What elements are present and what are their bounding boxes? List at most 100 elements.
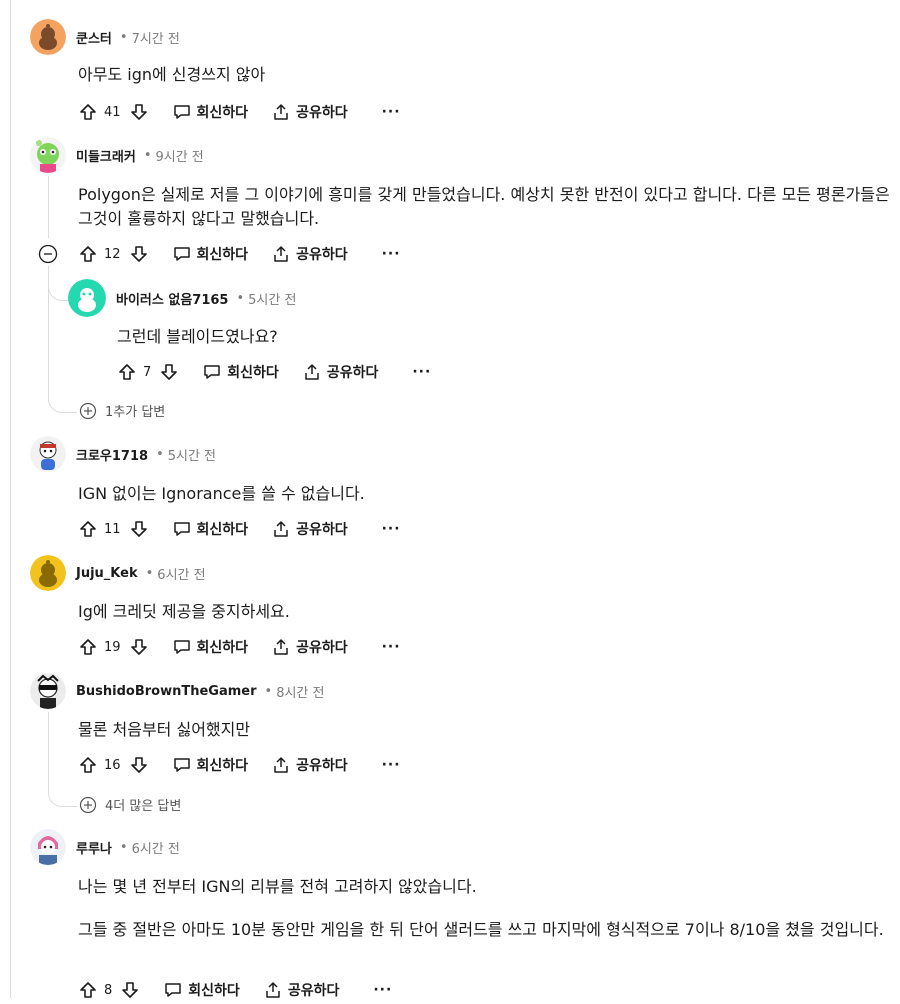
collapse-icon[interactable] — [38, 244, 58, 264]
more-replies-link[interactable]: 1추가 답변 — [79, 401, 165, 420]
username[interactable]: Juju_Kek — [76, 566, 138, 581]
more-options-button[interactable]: ··· — [382, 521, 401, 537]
downvote-icon[interactable] — [129, 519, 149, 539]
snoo-yellow-icon[interactable] — [30, 555, 66, 591]
comment-icon — [173, 105, 190, 119]
username[interactable]: 쿤스터 — [76, 28, 112, 47]
timestamp[interactable]: 9시간 전 — [155, 146, 203, 165]
reply-button[interactable]: 회신하다 — [173, 244, 248, 264]
share-button[interactable]: 공유하다 — [264, 980, 339, 1000]
vote-count: 12 — [104, 246, 121, 262]
thread-line — [10, 0, 11, 998]
reply-button[interactable]: 회신하다 — [173, 102, 248, 122]
upvote-icon[interactable] — [78, 755, 98, 775]
comment-body: 그런데 블레이드였나요? — [117, 327, 278, 346]
green-frog-avatar-icon[interactable] — [30, 137, 66, 173]
separator: • — [119, 29, 128, 45]
snoo-character-icon[interactable] — [30, 436, 66, 472]
reply-button[interactable]: 회신하다 — [173, 755, 248, 775]
comment-body: 물론 처음부터 싫어했지만 — [78, 720, 251, 739]
upvote-icon[interactable] — [78, 519, 98, 539]
downvote-icon[interactable] — [129, 244, 149, 264]
comment-actions: 12 회신하다 공유하다 ··· — [78, 240, 401, 268]
upvote-icon[interactable] — [78, 980, 98, 1000]
comment-header: 크로우1718 • 5시간 전 — [30, 434, 216, 474]
more-options-button[interactable]: ··· — [373, 982, 392, 998]
snoo-pink-hair-icon[interactable] — [30, 829, 66, 865]
thread-line — [48, 176, 49, 238]
comment-icon — [173, 640, 190, 654]
more-options-button[interactable]: ··· — [412, 364, 431, 380]
comment-icon — [173, 758, 190, 772]
comment-body: Ig에 크레딧 제공을 중지하세요. — [78, 602, 290, 621]
share-icon — [274, 639, 288, 655]
comment-header: 루루나 • 6시간 전 — [30, 827, 180, 867]
comment-icon — [173, 522, 190, 536]
timestamp[interactable]: 6시간 전 — [157, 564, 205, 583]
reply-button[interactable]: 회신하다 — [173, 519, 248, 539]
reply-button[interactable]: 회신하다 — [164, 980, 240, 1000]
more-options-button[interactable]: ··· — [382, 639, 401, 655]
reply-connector — [48, 786, 77, 807]
upvote-icon[interactable] — [78, 637, 98, 657]
vote-count: 19 — [104, 639, 121, 655]
separator: • — [264, 683, 273, 699]
timestamp[interactable]: 7시간 전 — [132, 28, 180, 47]
separator: • — [143, 147, 152, 163]
upvote-icon[interactable] — [78, 102, 98, 122]
comment-actions: 8 회신하다 공유하다 ··· — [78, 976, 392, 1004]
username[interactable]: 크로우1718 — [76, 445, 148, 464]
share-button[interactable]: 공유하다 — [272, 755, 348, 775]
share-button[interactable]: 공유하다 — [303, 362, 378, 382]
comment-actions: 19 회신하다 공유하다 ··· — [78, 633, 401, 661]
comment-header: Juju_Kek • 6시간 전 — [30, 553, 206, 593]
reply-connector — [48, 392, 77, 413]
share-icon — [274, 757, 288, 773]
thread-line — [48, 712, 49, 786]
timestamp[interactable]: 5시간 전 — [168, 445, 216, 464]
username[interactable]: 바이러스 없음7165 — [116, 289, 228, 308]
downvote-icon[interactable] — [129, 755, 149, 775]
share-icon — [274, 246, 288, 262]
separator: • — [156, 446, 164, 462]
more-options-button[interactable]: ··· — [382, 757, 401, 773]
comment-actions: 16 회신하다 공유하다 ··· — [78, 751, 401, 779]
downvote-icon[interactable] — [159, 362, 179, 382]
downvote-icon[interactable] — [129, 637, 149, 657]
share-icon — [305, 364, 319, 380]
comment-icon — [204, 365, 221, 379]
separator: • — [145, 565, 154, 581]
vote-count: 11 — [104, 521, 121, 537]
more-options-button[interactable]: ··· — [382, 246, 401, 262]
username[interactable]: BushidoBrownTheGamer — [76, 684, 257, 699]
username[interactable]: 미들크래커 — [76, 146, 136, 165]
comment-header: BushidoBrownTheGamer • 8시간 전 — [30, 671, 325, 711]
expand-icon — [79, 796, 97, 813]
downvote-icon[interactable] — [129, 102, 149, 122]
comment-header: 쿤스터 • 7시간 전 — [30, 17, 180, 57]
reply-button[interactable]: 회신하다 — [203, 362, 279, 382]
share-button[interactable]: 공유하다 — [272, 637, 348, 657]
upvote-icon[interactable] — [117, 362, 137, 382]
timestamp[interactable]: 5시간 전 — [248, 289, 296, 308]
snoo-sunglasses-icon[interactable] — [30, 673, 66, 709]
comment-icon — [165, 983, 182, 997]
comment-actions: 11 회신하다 공유하다 ··· — [78, 515, 401, 543]
comment-icon — [173, 247, 190, 261]
snoo-orange-icon[interactable] — [30, 19, 66, 55]
comment-header: 미들크래커 • 9시간 전 — [30, 135, 204, 175]
timestamp[interactable]: 8시간 전 — [276, 682, 324, 701]
more-options-button[interactable]: ··· — [382, 104, 401, 120]
comment-body: 나는 몇 년 전부터 IGN의 리뷰를 전혀 고려하지 않았습니다. — [78, 877, 477, 896]
share-button[interactable]: 공유하다 — [272, 519, 348, 539]
share-button[interactable]: 공유하다 — [272, 244, 348, 264]
upvote-icon[interactable] — [78, 244, 98, 264]
reply-button[interactable]: 회신하다 — [173, 637, 248, 657]
share-button[interactable]: 공유하다 — [272, 102, 348, 122]
downvote-icon[interactable] — [120, 980, 140, 1000]
username[interactable]: 루루나 — [76, 838, 112, 857]
comment-actions: 41 회신하다 공유하다 ··· — [78, 98, 401, 126]
snoo-teal-icon[interactable] — [68, 279, 106, 317]
more-replies-link[interactable]: 4더 많은 답변 — [79, 795, 181, 814]
timestamp[interactable]: 6시간 전 — [132, 838, 180, 857]
